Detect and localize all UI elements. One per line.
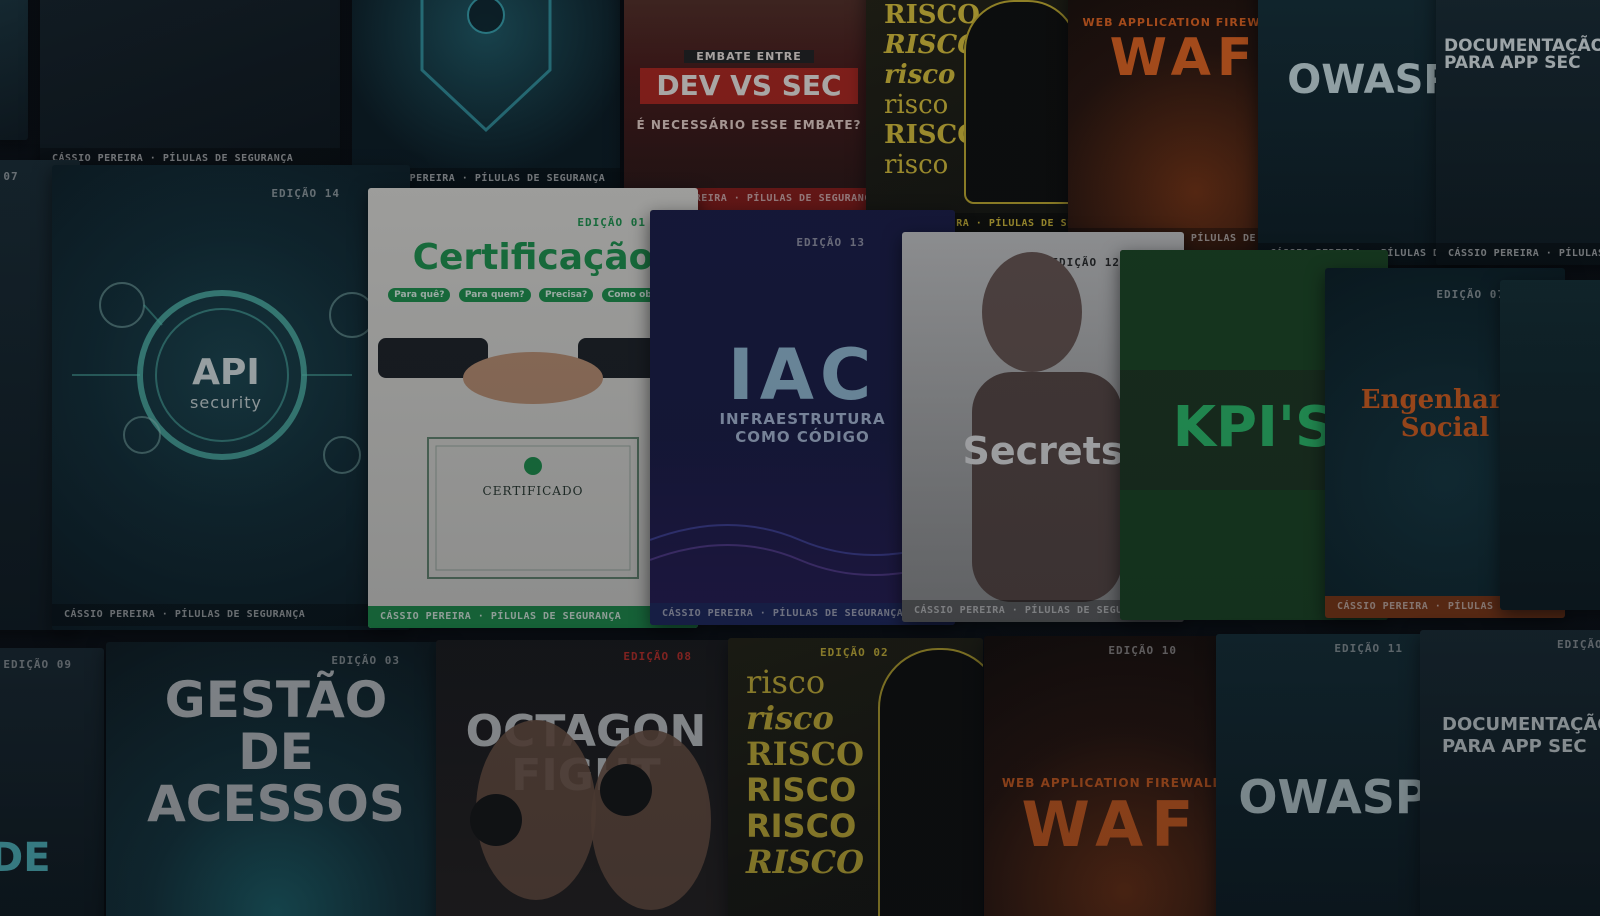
cover-title: API (192, 352, 260, 393)
cover-edition: EDIÇÃO 07 (0, 170, 19, 183)
cover-title: DOCUMENTAÇÃO PARA APP SEC (1444, 36, 1600, 73)
risco-word: RISCO (746, 807, 857, 845)
cover-edition: EDIÇÃO 11 (1334, 642, 1403, 655)
risco-word: risco (746, 699, 834, 737)
cover-subtitle: É NECESSÁRIO ESSE EMBATE? (636, 118, 862, 132)
cover-risco-bottom: EDIÇÃO 02 risco risco RISCO RISCO RISCO … (728, 638, 983, 916)
cover-title: WAF (1021, 788, 1202, 861)
risco-word: RISCO (746, 735, 865, 773)
risco-word: RISCO (746, 771, 857, 809)
cover-owasp-bottom: EDIÇÃO 11 OWASP (1216, 634, 1451, 916)
cover-octagon-fight: EDIÇÃO 08 OCTAGON FIGHT (436, 640, 736, 916)
cover-title: DE (0, 835, 51, 881)
shield-icon (420, 0, 552, 133)
cover-doc-top: DOCUMENTAÇÃO PARA APP SEC CÁSSIO PEREIRA… (1436, 0, 1600, 265)
cover-top-left-strip (0, 0, 28, 140)
cover-title: OWASP (1238, 770, 1429, 824)
cover-left-bottom: EDIÇÃO 09 DE (0, 648, 104, 916)
cover-edition: EDIÇÃO 02 (820, 646, 889, 659)
cover-dev-vs-sec: EMBATE ENTRE DEV VS SEC É NECESSÁRIO ESS… (624, 0, 874, 210)
risco-word: risco (746, 663, 826, 701)
fighters-figure (470, 720, 711, 910)
cover-edition: EDIÇÃO 03 (331, 654, 400, 667)
cover-footer: CÁSSIO PEREIRA · PÍLULAS DE SEGURANÇA (52, 604, 410, 626)
cover-title: DEV VS SEC (640, 68, 858, 104)
cover-api-security: EDIÇÃO 14 API security CÁSSIO PEREIRA · … (52, 165, 410, 630)
handshake-icon (378, 338, 688, 579)
cover-waf-bottom: EDIÇÃO 10 WEB APPLICATION FIREWALL WAF (984, 636, 1239, 916)
cover-certificacao: EDIÇÃO 01 Certificação Para quê? Para qu… (368, 188, 698, 628)
cover-right-mid-strip (1500, 280, 1600, 610)
cover-footer: CÁSSIO PEREIRA · PÍLULAS DE SEGURANÇA (1436, 243, 1600, 265)
risco-word: RISCO (746, 843, 865, 881)
cover-kicker: EMBATE ENTRE (684, 50, 814, 63)
cover-wall: CÁSSIO PEREIRA · PÍLULAS DE SEGURANÇA CÁ… (0, 0, 1600, 916)
person-silhouette (964, 0, 1078, 204)
cover-doc-bottom: EDIÇÃO 0 DOCUMENTAÇÃO PARA APP SEC (1420, 630, 1600, 916)
risco-word: RISCO (884, 0, 980, 30)
cover-title: DOCUMENTAÇÃO PARA APP SEC (1442, 714, 1600, 757)
cover-top-dark: CÁSSIO PEREIRA · PÍLULAS DE SEGURANÇA (40, 0, 340, 170)
cover-edition: EDIÇÃO 10 (1108, 644, 1177, 657)
cover-subtitle: security (190, 393, 262, 412)
person-silhouette (878, 648, 983, 916)
cover-gestao-acessos: EDIÇÃO 03 GESTÃO DE ACESSOS (106, 642, 446, 916)
cover-risco-top: RISCO RISCO risco risco RISCO risco CÁSS… (866, 0, 1096, 235)
cover-edition: EDIÇÃO 0 (1557, 638, 1600, 651)
cover-title: GESTÃO DE ACESSOS (147, 671, 405, 833)
cover-shield: CÁSSIO PEREIRA · PÍLULAS DE SEGURANÇA (352, 0, 620, 190)
certificate-label: CERTIFICADO (482, 484, 584, 498)
cover-edition: EDIÇÃO 09 (3, 658, 72, 671)
cover-edition: EDIÇÃO 07 (1436, 288, 1505, 301)
risco-word-list: risco risco RISCO RISCO RISCO RISCO (728, 664, 888, 880)
cover-footer: CÁSSIO PEREIRA · PÍLULAS DE SEGURANÇA (368, 606, 698, 628)
